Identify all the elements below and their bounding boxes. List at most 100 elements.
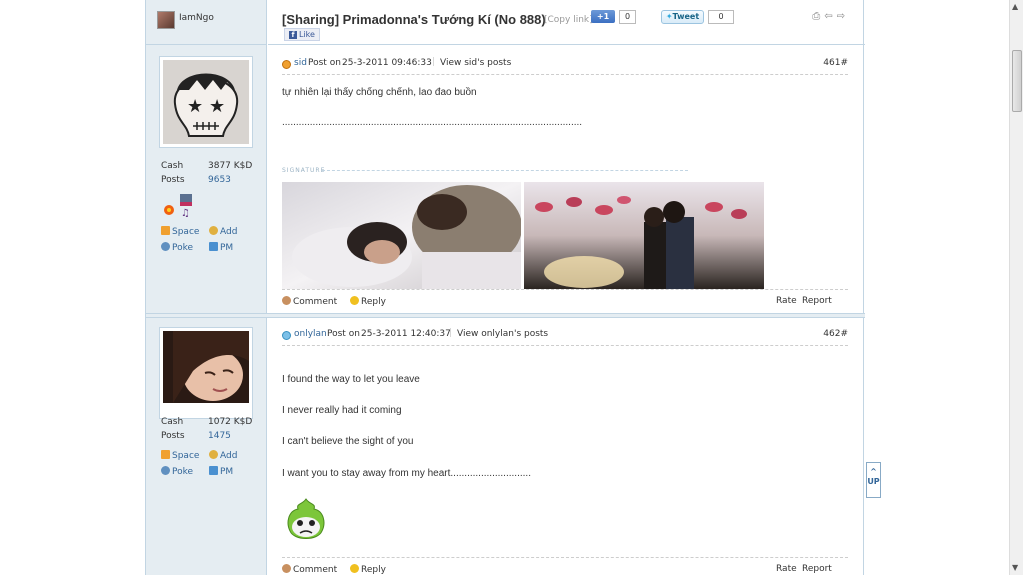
report-link[interactable]: Report	[802, 296, 832, 306]
reply-icon	[350, 296, 359, 305]
pm-label: PM	[220, 467, 234, 477]
comment-label: Comment	[293, 297, 338, 307]
poke-label: Poke	[172, 467, 194, 477]
view-author-posts-link[interactable]: View onlylan's posts	[457, 329, 548, 339]
post-floor-number[interactable]: 461#	[823, 58, 848, 68]
thread-header: [Sharing] Primadonna's Tướng Kí (No 888)…	[268, 0, 865, 45]
svg-text:♫: ♫	[181, 208, 190, 218]
scroll-thumb[interactable]	[1012, 50, 1022, 112]
signature-image-right	[524, 182, 764, 289]
facebook-like-button[interactable]: f Like	[284, 28, 320, 41]
pm-label: PM	[220, 243, 234, 253]
space-link[interactable]: Space	[161, 226, 199, 237]
posts-value[interactable]: 1475	[208, 431, 231, 441]
svg-text:★: ★	[209, 96, 225, 117]
cash-stat: Cash 1072 K$D	[161, 417, 252, 427]
poke-link[interactable]: Poke	[161, 466, 193, 477]
add-friend-link[interactable]: Add	[209, 226, 237, 237]
post-text-line: I never really had it coming	[282, 405, 402, 416]
post-author[interactable]: onlylan	[294, 329, 327, 339]
comment-icon	[282, 296, 291, 305]
divider: |	[432, 57, 436, 67]
reply-action[interactable]: Reply	[350, 564, 386, 575]
post-header: sid Post on 25-3-2011 09:46:33 | View si…	[282, 53, 848, 75]
space-label: Space	[172, 227, 200, 237]
report-link[interactable]: Report	[802, 564, 832, 574]
next-thread-icon[interactable]: ⇨	[837, 11, 849, 22]
facebook-icon: f	[289, 31, 297, 39]
google-plus1-button[interactable]: +1	[591, 10, 615, 23]
home-icon	[161, 226, 170, 235]
post-text-line: I want you to stay away from my heart...…	[282, 468, 531, 479]
author-avatar[interactable]	[159, 327, 253, 419]
post-author[interactable]: sid	[294, 58, 307, 68]
user-avatar-small[interactable]	[157, 11, 175, 29]
cash-value: 3877 K$D	[208, 161, 253, 171]
scroll-down-arrow-icon[interactable]: ▼	[1012, 563, 1018, 572]
header-username[interactable]: IamNgo	[179, 13, 214, 23]
comment-action[interactable]: Comment	[282, 564, 337, 575]
post-text-line: ........................................…	[282, 117, 583, 128]
comment-label: Comment	[293, 565, 338, 575]
post-date-label: Post on	[327, 329, 360, 339]
print-icon[interactable]: ⎙	[812, 11, 824, 22]
online-status-icon	[282, 331, 291, 340]
poke-link[interactable]: Poke	[161, 242, 193, 253]
sad-emoticon	[284, 497, 328, 543]
add-label: Add	[220, 451, 238, 461]
page-scrollbar[interactable]: ▲ ▼	[1009, 0, 1023, 575]
mail-icon	[209, 242, 218, 251]
up-arrow-icon: ^	[870, 467, 877, 476]
thread-tools: ⎙⇦⇨	[812, 11, 849, 22]
author-avatar[interactable]: ★ ★	[159, 56, 253, 148]
post-date: 25-3-2011 12:40:37	[361, 329, 451, 339]
divider: |	[449, 328, 453, 338]
post-floor-number[interactable]: 462#	[823, 329, 848, 339]
sad-face-icon	[287, 498, 325, 539]
posts-label: Posts	[161, 431, 185, 441]
signature-image-kiss	[524, 182, 764, 289]
cash-label: Cash	[161, 161, 184, 171]
posts-value[interactable]: 9653	[208, 175, 231, 185]
post-text-line: tự nhiên lại thấy chống chếnh, lao đao b…	[282, 87, 477, 98]
copy-link[interactable]: [Copy link]	[544, 15, 593, 25]
poke-icon	[161, 242, 170, 251]
cash-value: 1072 K$D	[208, 417, 253, 427]
scroll-up-arrow-icon[interactable]: ▲	[1012, 2, 1018, 11]
comment-action[interactable]: Comment	[282, 296, 337, 307]
up-label: UP	[867, 477, 880, 486]
reply-label: Reply	[361, 565, 386, 575]
rate-link[interactable]: Rate	[776, 296, 797, 306]
forum-thread: IamNgo [Sharing] Primadonna's Tướng Kí (…	[145, 0, 865, 575]
space-label: Space	[172, 451, 200, 461]
add-friend-icon	[209, 450, 218, 459]
reply-action[interactable]: Reply	[350, 296, 386, 307]
back-to-top-button[interactable]: ^ UP	[866, 462, 881, 498]
twitter-bird-icon: ✦	[665, 12, 673, 21]
tweet-button[interactable]: ✦Tweet	[661, 10, 704, 24]
cash-label: Cash	[161, 417, 184, 427]
posts-label: Posts	[161, 175, 185, 185]
girl-avatar-image	[163, 331, 249, 403]
view-author-posts-link[interactable]: View sid's posts	[440, 58, 511, 68]
post-actions: Comment Reply Rate Report	[282, 557, 848, 575]
plus1-count: 0	[619, 10, 636, 24]
post-text-line: I can't believe the sight of you	[282, 436, 414, 447]
add-friend-icon	[209, 226, 218, 235]
space-link[interactable]: Space	[161, 450, 199, 461]
pm-link[interactable]: PM	[209, 242, 233, 253]
posts-stat: Posts 1475	[161, 431, 231, 441]
rate-link[interactable]: Rate	[776, 564, 797, 574]
prev-thread-icon[interactable]: ⇦	[824, 11, 836, 22]
tweet-label: Tweet	[672, 12, 700, 21]
comment-icon	[282, 564, 291, 573]
like-label: Like	[299, 30, 315, 39]
add-friend-link[interactable]: Add	[209, 450, 237, 461]
poke-label: Poke	[172, 243, 194, 253]
posts-stat: Posts 9653	[161, 175, 231, 185]
online-status-icon	[282, 60, 291, 69]
main-column: [Sharing] Primadonna's Tướng Kí (No 888)…	[268, 0, 865, 575]
pm-link[interactable]: PM	[209, 466, 233, 477]
home-icon	[161, 450, 170, 459]
post-header: onlylan Post on 25-3-2011 12:40:37 | Vie…	[282, 324, 848, 346]
